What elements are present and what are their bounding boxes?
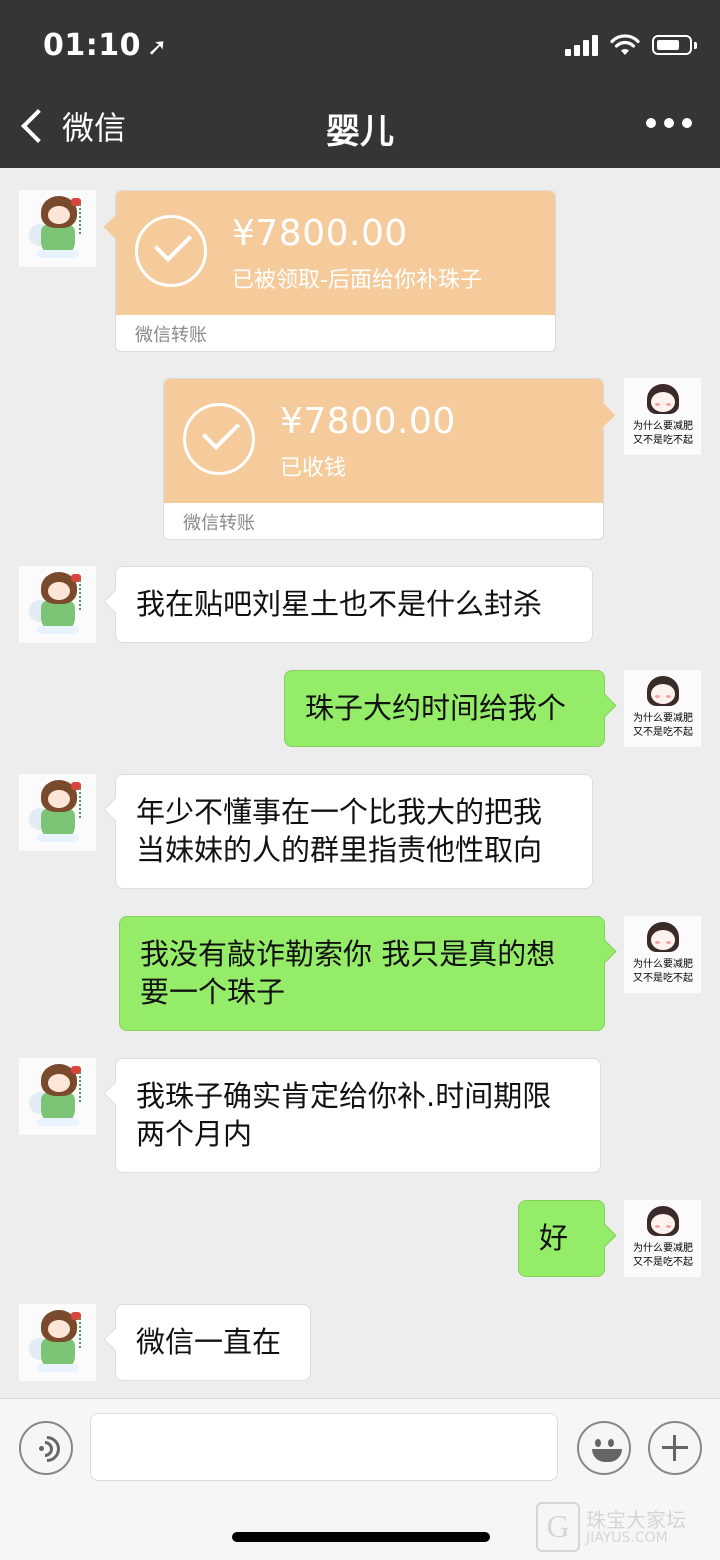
message-text: 我在贴吧刘星土也不是什么封杀 (136, 587, 543, 621)
self-avatar[interactable]: 为什么要减肥 又不是吃不起 (624, 916, 701, 993)
watermark-logo: G (536, 1502, 580, 1552)
voice-input-button[interactable] (19, 1421, 73, 1475)
transfer-note: 已被领取-后面给你补珠子 (232, 268, 482, 293)
message-bubble-received[interactable]: 年少不懂事在一个比我大的把我 当妹妹的人的群里指责他性取向 (115, 774, 593, 889)
message-text-line: 我没有敲诈勒索你 我只是真的想 (140, 937, 556, 971)
chat-header: 01:10 ➚ 微信 婴儿 (0, 0, 720, 168)
check-circle-icon (183, 403, 255, 475)
transfer-card-sent[interactable]: ¥7800.00 已收钱 微信转账 (163, 378, 604, 540)
watermark-text: 珠宝大家坛 (586, 1508, 686, 1532)
self-avatar[interactable]: 为什么要减肥 又不是吃不起 (624, 1200, 701, 1277)
cellular-signal-icon (565, 34, 598, 56)
message-text: 微信一直在 (136, 1325, 282, 1359)
wifi-icon (610, 34, 640, 55)
message-bubble-received[interactable]: 我珠子确实肯定给你补.时间期限 两个月内 (115, 1058, 601, 1173)
message-text-line: 我珠子确实肯定给你补.时间期限 (136, 1079, 552, 1113)
transfer-amount: ¥7800.00 (280, 401, 456, 442)
message-bubble-received[interactable]: 我在贴吧刘星土也不是什么封杀 (115, 566, 593, 643)
location-arrow-icon: ➚ (147, 33, 168, 61)
message-bubble-received[interactable]: 微信一直在 (115, 1304, 311, 1381)
message-text-line: 年少不懂事在一个比我大的把我 (136, 795, 543, 829)
transfer-footer: 微信转账 (183, 513, 255, 534)
message-text: 好 (539, 1221, 569, 1255)
self-avatar[interactable]: 为什么要减肥 又不是吃不起 (624, 378, 701, 455)
contact-avatar[interactable] (19, 1304, 96, 1381)
status-time: 01:10 ➚ (43, 28, 168, 63)
transfer-footer: 微信转账 (135, 325, 207, 346)
emoji-button[interactable] (577, 1421, 631, 1475)
watermark-url: JIAYUS.COM (586, 1530, 668, 1546)
message-text: 珠子大约时间给我个 (305, 691, 567, 725)
battery-icon (652, 35, 697, 55)
emoji-icon (595, 1439, 601, 1447)
more-options-button[interactable] (646, 118, 692, 128)
contact-avatar[interactable] (19, 774, 96, 851)
chat-title: 婴儿 (326, 112, 394, 152)
more-functions-button[interactable] (648, 1421, 702, 1475)
status-icons (565, 30, 697, 60)
self-avatar[interactable]: 为什么要减肥 又不是吃不起 (624, 670, 701, 747)
message-bubble-sent[interactable]: 好 (518, 1200, 605, 1277)
message-text-line: 当妹妹的人的群里指责他性取向 (136, 833, 543, 867)
message-text-line: 要一个珠子 (140, 975, 286, 1009)
watermark: G 珠宝大家坛 JIAYUS.COM (536, 1502, 716, 1552)
check-circle-icon (135, 215, 207, 287)
home-indicator[interactable] (232, 1532, 490, 1542)
transfer-card-received[interactable]: ¥7800.00 已被领取-后面给你补珠子 微信转账 (115, 190, 556, 352)
contact-avatar[interactable] (19, 190, 96, 267)
transfer-amount: ¥7800.00 (232, 213, 408, 254)
contact-avatar[interactable] (19, 1058, 96, 1135)
contact-avatar[interactable] (19, 566, 96, 643)
transfer-note: 已收钱 (280, 456, 347, 481)
message-text-line: 两个月内 (136, 1117, 253, 1151)
message-input[interactable] (90, 1413, 558, 1481)
more-dot-icon (646, 118, 656, 128)
message-bubble-sent[interactable]: 珠子大约时间给我个 (284, 670, 605, 747)
message-bubble-sent[interactable]: 我没有敲诈勒索你 我只是真的想 要一个珠子 (119, 916, 605, 1031)
